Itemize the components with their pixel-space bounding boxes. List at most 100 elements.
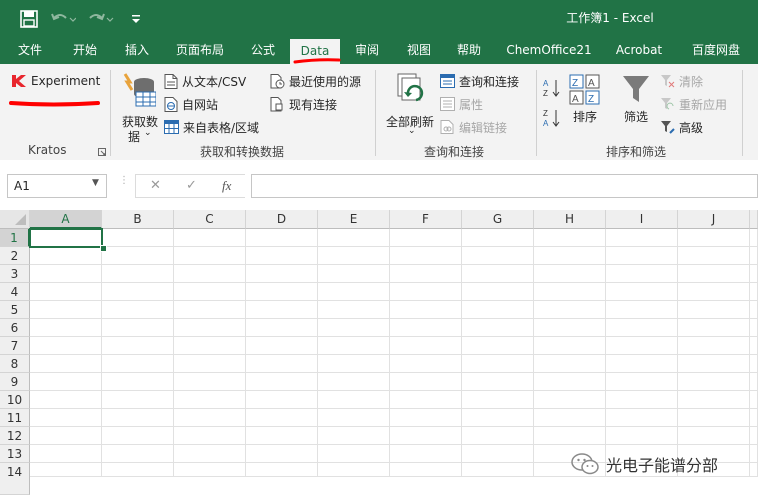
grid-cell[interactable] [606, 409, 678, 427]
grid-cell[interactable] [534, 355, 606, 373]
grid-cell[interactable] [678, 265, 750, 283]
row-header[interactable]: 7 [0, 337, 30, 355]
grid-cell[interactable] [390, 463, 462, 477]
grid-cell[interactable] [390, 391, 462, 409]
grid-cell[interactable] [246, 391, 318, 409]
grid-cell[interactable] [534, 391, 606, 409]
grid-cell[interactable] [174, 265, 246, 283]
grid-cell[interactable] [102, 373, 174, 391]
grid-cell[interactable] [750, 265, 758, 283]
grid-cell[interactable] [318, 409, 390, 427]
from-web-button[interactable]: 自网站 [164, 95, 264, 113]
column-header[interactable]: J [678, 210, 750, 229]
grid-cell[interactable] [174, 247, 246, 265]
grid-cell[interactable] [534, 283, 606, 301]
enter-icon[interactable]: ✓ [186, 178, 197, 193]
row-header[interactable]: 2 [0, 247, 30, 265]
row-header[interactable]: 11 [0, 409, 30, 427]
grid-cell[interactable] [102, 319, 174, 337]
column-header[interactable]: I [606, 210, 678, 229]
grid-cell[interactable] [30, 301, 102, 319]
column-header[interactable]: F [390, 210, 462, 229]
grid-cell[interactable] [246, 319, 318, 337]
grid-cell[interactable] [30, 265, 102, 283]
sort-descending-icon[interactable]: Z A [543, 108, 561, 128]
grid-cell[interactable] [462, 445, 534, 463]
grid-cell[interactable] [318, 283, 390, 301]
grid-cell[interactable] [390, 265, 462, 283]
grid-cell[interactable] [606, 391, 678, 409]
grid-cell[interactable] [462, 427, 534, 445]
grid-cell[interactable] [750, 301, 758, 319]
grid-cell[interactable] [318, 265, 390, 283]
row-header[interactable]: 12 [0, 427, 30, 445]
grid-cell[interactable] [390, 229, 462, 247]
grid-cell[interactable] [678, 319, 750, 337]
tab-page-layout[interactable]: 页面布局 [168, 37, 232, 64]
grid-cell[interactable] [678, 301, 750, 319]
tab-file[interactable]: 文件 [8, 37, 52, 64]
grid-cell[interactable] [102, 229, 174, 247]
undo-icon[interactable] [50, 10, 76, 28]
grid-cell[interactable] [462, 301, 534, 319]
grid-cell[interactable] [102, 247, 174, 265]
row-header[interactable]: 3 [0, 265, 30, 283]
grid-cell[interactable] [390, 355, 462, 373]
grid-cell[interactable] [246, 283, 318, 301]
grid-cell[interactable] [246, 463, 318, 477]
grid-cell[interactable] [390, 301, 462, 319]
grid-cell[interactable] [246, 445, 318, 463]
grid-cell[interactable] [534, 409, 606, 427]
column-header[interactable]: H [534, 210, 606, 229]
grid-cell[interactable] [174, 409, 246, 427]
experiment-button[interactable]: Experiment [8, 72, 100, 92]
grid-cell[interactable] [30, 373, 102, 391]
grid-cell[interactable] [102, 265, 174, 283]
grid-cell[interactable] [678, 337, 750, 355]
grid-cell[interactable] [30, 463, 102, 477]
fill-handle[interactable] [100, 245, 107, 252]
grid-cell[interactable] [102, 445, 174, 463]
grid-cell[interactable] [534, 265, 606, 283]
grid-cell[interactable] [462, 265, 534, 283]
tab-chemoffice[interactable]: ChemOffice21 [500, 37, 598, 64]
tab-acrobat[interactable]: Acrobat [606, 37, 672, 64]
selected-cell-a1[interactable] [29, 228, 103, 248]
grid-cell[interactable] [750, 319, 758, 337]
row-header[interactable]: 4 [0, 283, 30, 301]
drag-handle-icon[interactable]: ⋮ [119, 176, 129, 193]
grid-cell[interactable] [102, 283, 174, 301]
grid-cell[interactable] [606, 247, 678, 265]
grid-cell[interactable] [174, 391, 246, 409]
grid-cell[interactable] [30, 247, 102, 265]
row-header[interactable]: 6 [0, 319, 30, 337]
grid-cell[interactable] [318, 445, 390, 463]
advanced-filter-button[interactable]: 高级 [660, 118, 740, 136]
grid-cell[interactable] [750, 391, 758, 409]
grid-cell[interactable] [606, 229, 678, 247]
tab-view[interactable]: 视图 [396, 37, 442, 64]
grid-cell[interactable] [30, 283, 102, 301]
grid-cell[interactable] [606, 283, 678, 301]
grid-cell[interactable] [678, 229, 750, 247]
grid-cell[interactable] [534, 427, 606, 445]
grid-cell[interactable] [462, 283, 534, 301]
grid-cell[interactable] [30, 337, 102, 355]
grid-cell[interactable] [750, 427, 758, 445]
grid-cell[interactable] [390, 409, 462, 427]
grid-cell[interactable] [102, 337, 174, 355]
get-data-button[interactable]: 获取数 据 ⌄ [116, 70, 160, 144]
row-header[interactable]: 1 [0, 229, 30, 247]
column-header[interactable]: E [318, 210, 390, 229]
grid-cell[interactable] [678, 283, 750, 301]
grid-cell[interactable] [318, 337, 390, 355]
chevron-down-icon[interactable]: ▼ [92, 178, 99, 188]
row-header[interactable]: 14 [0, 463, 30, 495]
grid-cell[interactable] [534, 373, 606, 391]
grid-cell[interactable] [246, 229, 318, 247]
grid-cell[interactable] [318, 373, 390, 391]
save-icon[interactable] [20, 10, 38, 28]
grid-cell[interactable] [534, 301, 606, 319]
grid-cell[interactable] [30, 445, 102, 463]
grid-cell[interactable] [246, 301, 318, 319]
